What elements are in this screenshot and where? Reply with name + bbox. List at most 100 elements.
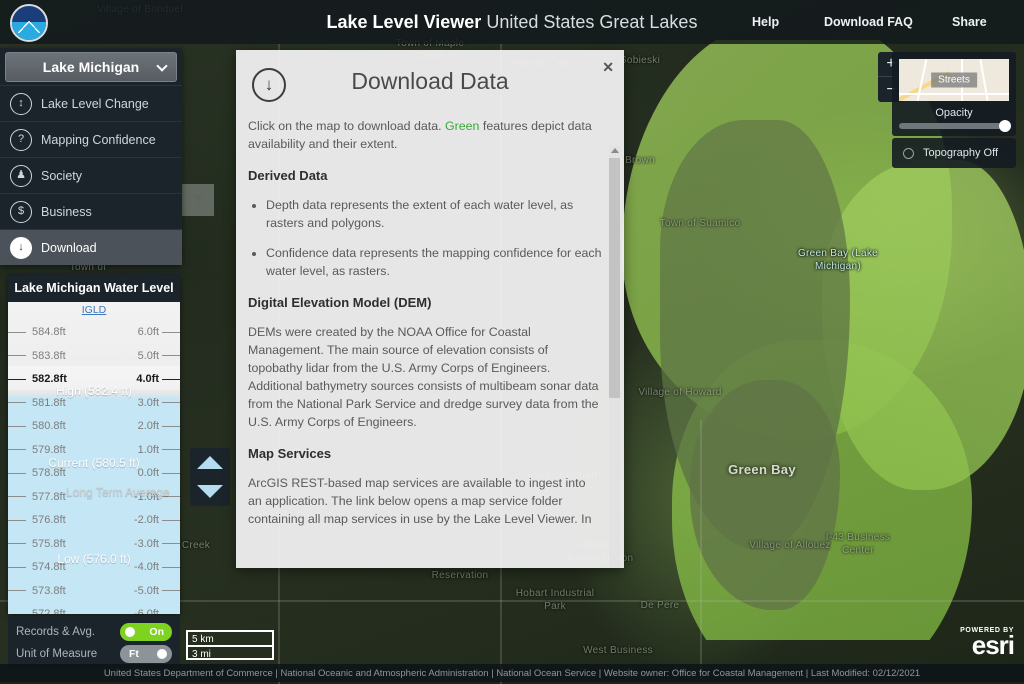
tick-elevation: 583.8ft	[28, 350, 138, 362]
tick-mark	[8, 543, 26, 544]
nav-link-help[interactable]: Help	[752, 0, 779, 44]
tick-mark	[8, 590, 26, 591]
tick-relative: -5.0ft	[134, 585, 162, 597]
sidebar-item-lake-level-change[interactable]: ↕Lake Level Change	[0, 85, 182, 121]
sidebar-item-mapping-confidence[interactable]: ? Mapping Confidence	[0, 121, 182, 157]
toggle-knob	[125, 627, 135, 637]
water-level-tick[interactable]: 577.8ft-1.0ft	[8, 485, 180, 509]
scale-mi: 3 mi	[186, 645, 274, 660]
dialog-scrollbar[interactable]	[609, 146, 620, 568]
water-level-tick[interactable]: 580.8ft2.0ft	[8, 414, 180, 438]
water-level-tick[interactable]: 573.8ft-5.0ft	[8, 579, 180, 603]
opacity-slider-knob[interactable]	[999, 120, 1011, 132]
chevron-down-icon	[156, 60, 167, 71]
question-mark-icon: ?	[10, 129, 32, 151]
tick-mark	[162, 496, 180, 497]
tick-relative: 0.0ft	[138, 467, 162, 479]
tick-mark	[8, 520, 26, 521]
igld-datum-link[interactable]: IGLD	[8, 304, 180, 316]
water-level-tick[interactable]: 579.8ft1.0ft	[8, 438, 180, 462]
tick-elevation: 577.8ft	[28, 491, 134, 503]
records-average-toggle[interactable]: On	[120, 623, 172, 641]
water-level-tick[interactable]: 578.8ft0.0ft	[8, 461, 180, 485]
tick-relative: -4.0ft	[134, 561, 162, 573]
tick-elevation: 582.8ft	[28, 373, 136, 385]
footer-attribution: United States Department of Commerce | N…	[0, 664, 1024, 682]
tick-relative: -3.0ft	[134, 538, 162, 550]
sidebar-item-label: Lake Level Change	[41, 97, 149, 111]
road-line	[700, 420, 702, 680]
esri-logo: esri	[960, 634, 1014, 656]
water-level-panel: Lake Michigan Water Level IGLD 584.8ft6.…	[8, 274, 180, 614]
tick-mark	[8, 426, 26, 427]
download-arrow-icon: ↓	[10, 237, 32, 259]
tick-mark	[8, 614, 26, 615]
tick-relative: -2.0ft	[134, 514, 162, 526]
tick-mark	[162, 402, 180, 403]
dialog-title: Download Data	[236, 68, 624, 95]
tick-elevation: 575.8ft	[28, 538, 134, 550]
water-level-tick[interactable]: 581.8ft3.0ft	[8, 391, 180, 415]
tick-mark	[162, 567, 180, 568]
unit-of-measure-state: Ft	[129, 647, 139, 661]
map-services-heading: Map Services	[248, 446, 602, 461]
topography-toggle[interactable]: Topography Off	[892, 138, 1016, 168]
water-level-tick[interactable]: 584.8ft6.0ft	[8, 320, 180, 344]
records-average-row: Records & Avg. On	[16, 622, 172, 642]
app-title-main: Lake Level Viewer	[327, 12, 482, 32]
nav-link-share[interactable]: Share	[952, 0, 987, 44]
tick-elevation: 572.8ft	[28, 608, 134, 614]
close-icon[interactable]: ✕	[602, 60, 614, 74]
sidebar-item-label: Download	[41, 241, 97, 255]
scrollbar-thumb[interactable]	[609, 158, 620, 398]
sidebar-item-label: Business	[41, 205, 92, 219]
derived-data-list: Depth data represents the extent of each…	[266, 197, 602, 281]
tick-mark	[8, 379, 26, 380]
water-level-tick[interactable]: 572.8ft-6.0ft	[8, 602, 180, 614]
intro-green-word: Green	[445, 119, 479, 133]
dollar-icon: $	[10, 201, 32, 223]
esri-attribution: POWERED BY esri	[960, 627, 1014, 656]
unit-of-measure-label: Unit of Measure	[16, 648, 97, 660]
app-title-sub: United States Great Lakes	[486, 12, 697, 32]
scroll-up-arrow-icon[interactable]	[611, 148, 619, 153]
water-level-tick[interactable]: 582.8ft4.0ft	[8, 367, 180, 391]
opacity-slider[interactable]	[899, 123, 1009, 129]
tick-elevation: 579.8ft	[28, 444, 138, 456]
sidebar-item-business[interactable]: $ Business	[0, 193, 182, 229]
basemap-thumbnail[interactable]: Streets	[899, 59, 1009, 101]
lake-selector-dropdown[interactable]: Lake Michigan	[5, 52, 177, 82]
water-level-tick[interactable]: 575.8ft-3.0ft	[8, 532, 180, 556]
sidebar-item-label: Mapping Confidence	[41, 133, 156, 147]
tick-mark	[162, 543, 180, 544]
nav-link-download-faq[interactable]: Download FAQ	[824, 0, 913, 44]
sidebar-item-download[interactable]: ↓ Download	[0, 229, 182, 265]
unit-of-measure-toggle[interactable]: Ft	[120, 645, 172, 663]
tick-mark	[8, 496, 26, 497]
sidebar-help-tab[interactable]: ?	[182, 184, 214, 216]
tick-elevation: 574.8ft	[28, 561, 134, 573]
tick-mark	[8, 402, 26, 403]
sidebar-item-label: Society	[41, 169, 82, 183]
tick-mark	[162, 520, 180, 521]
tick-elevation: 573.8ft	[28, 585, 134, 597]
water-level-tick[interactable]: 583.8ft5.0ft	[8, 344, 180, 368]
tick-mark	[162, 473, 180, 474]
tick-elevation: 581.8ft	[28, 397, 138, 409]
tick-mark	[162, 379, 180, 380]
map-services-text: ArcGIS REST-based map services are avail…	[248, 475, 602, 529]
tick-relative: 4.0ft	[136, 373, 162, 385]
intro-text-before: Click on the map to download data.	[248, 119, 445, 133]
sidebar-item-society[interactable]: ♟Society	[0, 157, 182, 193]
water-level-tick[interactable]: 576.8ft-2.0ft	[8, 508, 180, 532]
water-level-slider[interactable]: IGLD 584.8ft6.0ft583.8ft5.0ft582.8ft4.0f…	[8, 302, 180, 614]
map-place-label: Reservation	[415, 570, 505, 583]
water-level-tick[interactable]: 574.8ft-4.0ft	[8, 555, 180, 579]
tick-mark	[8, 567, 26, 568]
tick-mark	[162, 614, 180, 615]
level-up-arrow-icon[interactable]	[197, 456, 223, 469]
dialog-intro: Click on the map to download data. Green…	[248, 118, 602, 154]
unit-of-measure-row: Unit of Measure Ft	[16, 644, 172, 664]
level-down-arrow-icon[interactable]	[197, 485, 223, 498]
topography-label: Topography Off	[923, 147, 998, 159]
